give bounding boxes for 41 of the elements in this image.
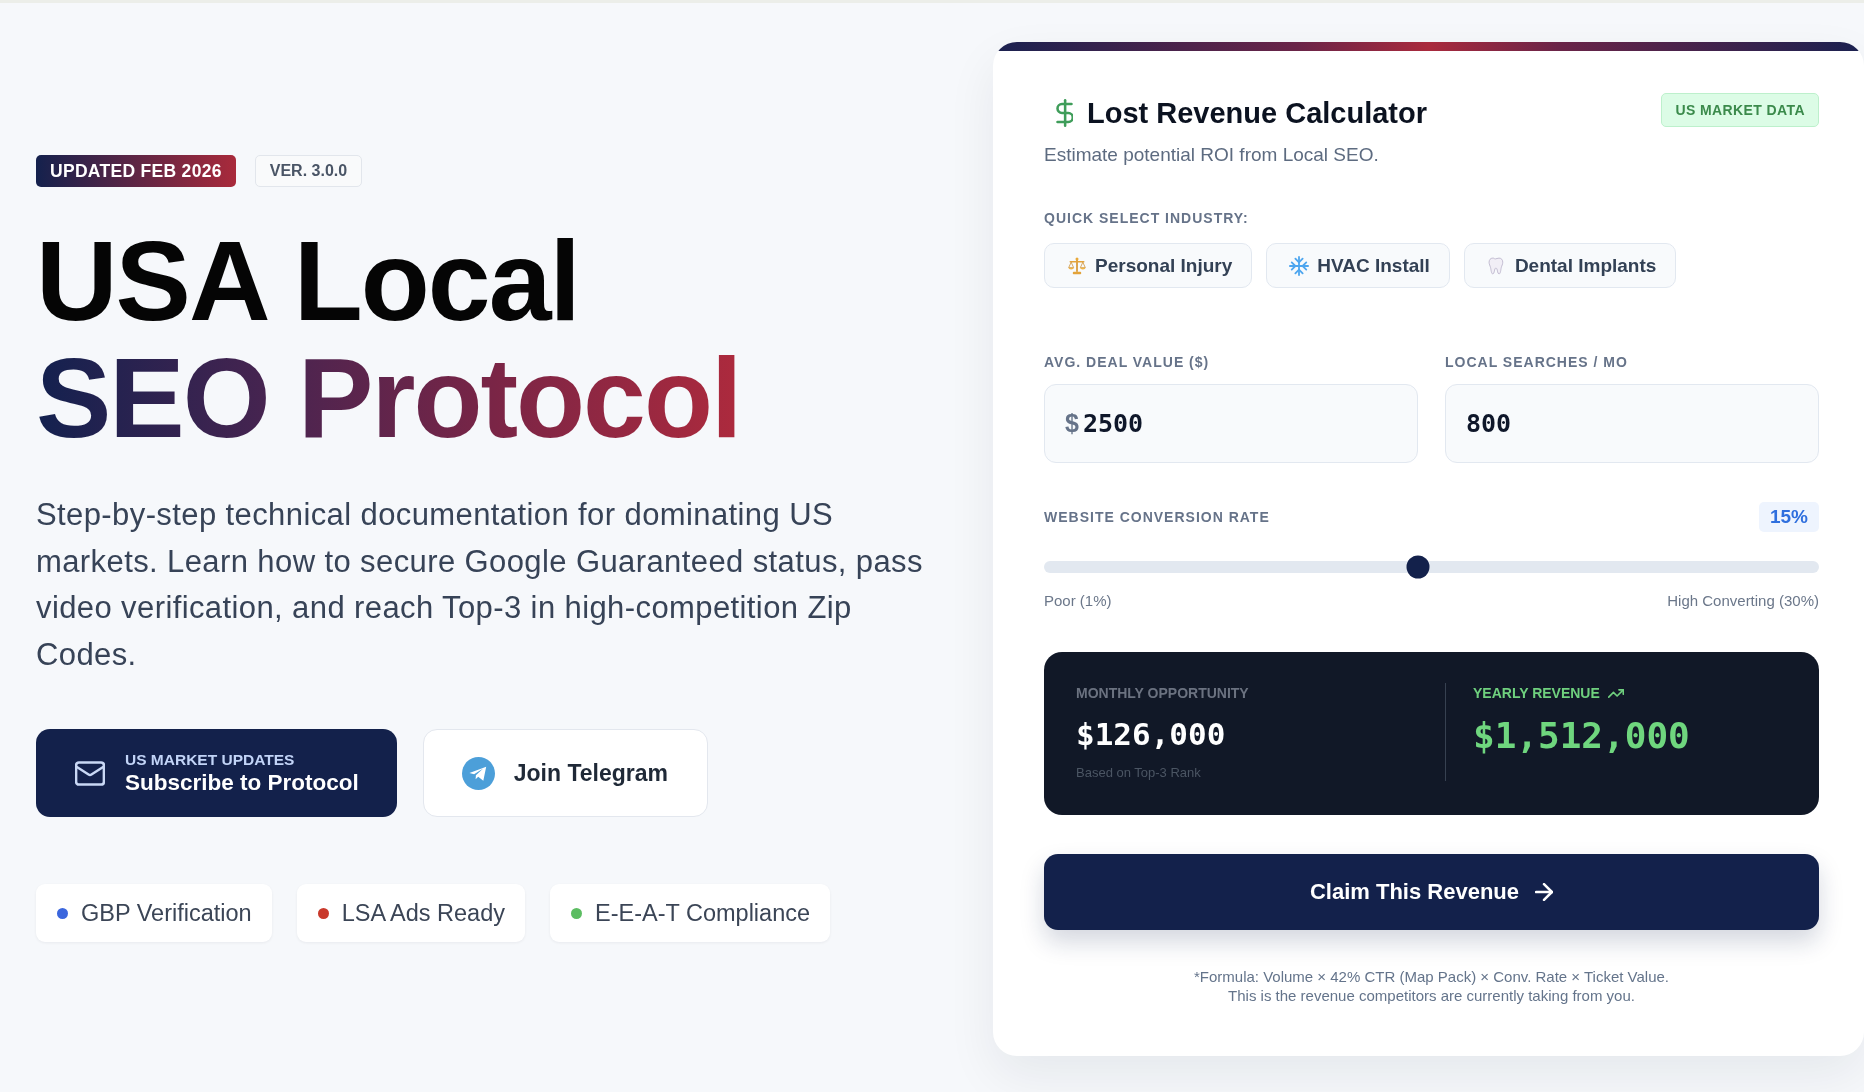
claim-revenue-button[interactable]: Claim This Revenue xyxy=(1044,854,1819,930)
trend-up-icon xyxy=(1607,688,1624,698)
input-field[interactable]: $ 2500 xyxy=(1044,384,1418,463)
slider-thumb[interactable] xyxy=(1406,555,1430,579)
hero-description: Step-by-step technical documentation for dominating US markets. Learn how to secure Google Guaranteed status, pass video verification, and reach Top-3 in high-competition Zip Codes. xyxy=(36,496,924,674)
slider-max-label: High Converting (30%) xyxy=(1667,591,1819,611)
result-label: YEARLY REVENUE xyxy=(1473,684,1600,703)
mail-icon xyxy=(75,760,105,786)
scales-icon xyxy=(1067,255,1087,276)
market-data-badge: US MARKET DATA xyxy=(1661,93,1819,127)
industry-label: QUICK SELECT INDUSTRY: xyxy=(1044,209,1250,228)
result-label: MONTHLY OPPORTUNITY xyxy=(1076,684,1249,703)
paper-plane-icon xyxy=(461,756,495,790)
currency-symbol: $ xyxy=(1065,409,1079,438)
feature-label: LSA Ads Ready xyxy=(341,899,505,927)
result-note: Based on Top-3 Rank xyxy=(1076,764,1201,782)
formula-note: This is the revenue competitors are currently taking from you. xyxy=(1228,986,1635,1005)
calculator-title: Lost Revenue Calculator xyxy=(1087,96,1428,131)
dollar-sign-icon xyxy=(1056,99,1073,127)
arrow-right-icon xyxy=(1535,883,1554,901)
formula-note: *Formula: Volume × 42% CTR (Map Pack) × Conv. Rate × Ticket Value. xyxy=(1193,967,1670,986)
result-value: $1,512,000 xyxy=(1473,714,1690,758)
hero-title: USA Local SEO Protocol xyxy=(36,223,742,457)
field-label: AVG. DEAL VALUE ($) xyxy=(1044,353,1211,372)
snowflake-icon xyxy=(1289,255,1310,276)
industry-button[interactable]: HVAC Install xyxy=(1266,243,1450,288)
field-label: LOCAL SEARCHES / MO xyxy=(1445,353,1629,372)
industry-button[interactable]: Personal Injury xyxy=(1044,243,1253,288)
update-badge: UPDATED FEB 2026 xyxy=(36,155,236,187)
feature-label: E-E-A-T Compliance xyxy=(595,899,811,927)
percentage-badge: 15% xyxy=(1758,502,1819,532)
slider-label: WEBSITE CONVERSION RATE xyxy=(1044,508,1270,527)
feature-label: GBP Verification xyxy=(81,899,252,927)
slider-min-label: Poor (1%) xyxy=(1044,591,1112,611)
input-field[interactable]: 800 xyxy=(1445,384,1819,463)
telegram-button[interactable]: Join Telegram xyxy=(422,729,708,817)
result-value: $126,000 xyxy=(1076,715,1226,754)
industry-button[interactable]: Dental Implants xyxy=(1463,243,1677,288)
subscribe-button[interactable]: US MARKET UPDATES Subscribe to Protocol xyxy=(36,729,397,817)
calculator-subtitle: Estimate potential ROI from Local SEO. xyxy=(1044,143,1380,167)
version-badge: VER. 3.0.0 xyxy=(254,155,363,187)
